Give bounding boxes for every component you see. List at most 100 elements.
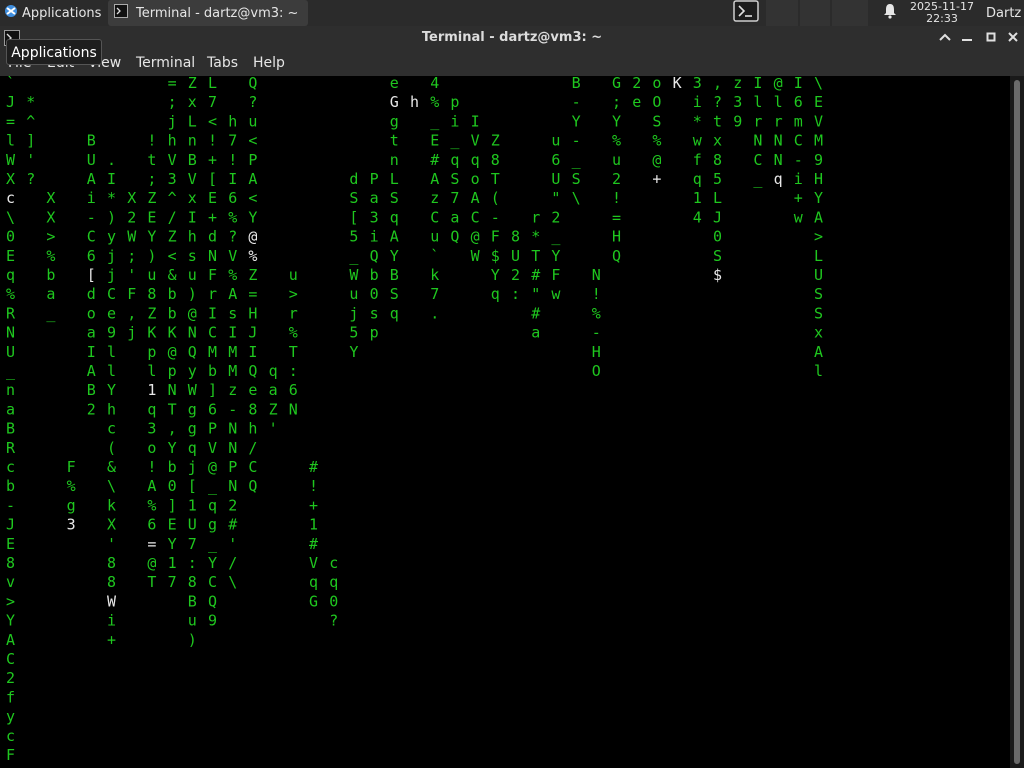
matrix-glyph: T <box>289 343 298 361</box>
matrix-glyph: h <box>410 93 419 111</box>
matrix-glyph: 9 <box>107 324 116 342</box>
matrix-glyph: l <box>6 132 15 150</box>
matrix-glyph: # <box>430 151 439 169</box>
matrix-glyph: 5 <box>713 170 722 188</box>
matrix-glyph: d <box>349 170 358 188</box>
matrix-glyph: t <box>390 132 399 150</box>
matrix-glyph: S <box>713 247 722 265</box>
matrix-glyph: B <box>6 420 15 438</box>
matrix-glyph: 6 <box>794 93 803 111</box>
matrix-glyph: B <box>87 132 96 150</box>
matrix-glyph: 8 <box>248 400 257 418</box>
matrix-glyph: % <box>46 247 55 265</box>
matrix-glyph: s <box>188 247 197 265</box>
matrix-glyph: r <box>289 304 298 322</box>
matrix-glyph: Y <box>551 247 560 265</box>
matrix-glyph: 4 <box>693 208 702 226</box>
matrix-glyph: A <box>6 631 15 649</box>
matrix-glyph: 7 <box>188 535 197 553</box>
window-minimize-button[interactable] <box>956 26 978 50</box>
matrix-glyph: B <box>87 381 96 399</box>
matrix-glyph: a <box>370 189 379 207</box>
matrix-glyph: ^ <box>26 112 35 130</box>
matrix-glyph: X <box>107 516 116 534</box>
matrix-glyph: 0 <box>168 477 177 495</box>
matrix-glyph: Z <box>168 228 177 246</box>
applications-label: Applications <box>22 5 102 21</box>
matrix-glyph: T <box>168 400 177 418</box>
matrix-glyph: 2 <box>511 266 520 284</box>
matrix-glyph: N <box>753 132 762 150</box>
matrix-glyph: k <box>430 266 439 284</box>
notifications-button[interactable] <box>878 0 902 26</box>
terminal-output[interactable]: ` J = l W Xc \ 0 Eq% R N U _ n a B Rc b - J E 8 v > Y A C 2 f y c F * ^] '… <box>0 76 1010 768</box>
matrix-glyph: c <box>107 420 116 438</box>
matrix-glyph: f <box>693 151 702 169</box>
matrix-glyph: S <box>390 285 399 303</box>
matrix-glyph: e <box>390 76 399 92</box>
matrix-glyph: Q <box>248 477 257 495</box>
terminal-scrollbar[interactable] <box>1010 76 1024 768</box>
matrix-glyph: L <box>208 76 217 92</box>
matrix-glyph: j <box>188 458 197 476</box>
matrix-glyph: V <box>309 554 318 572</box>
matrix-glyph: N <box>228 439 237 457</box>
taskbar-terminal-window[interactable]: Terminal - dartz@vm3: ~ <box>108 0 308 26</box>
matrix-glyph: 1 <box>188 496 197 514</box>
matrix-glyph: # <box>309 458 318 476</box>
matrix-glyph: t <box>147 151 156 169</box>
matrix-glyph: I <box>107 170 116 188</box>
matrix-glyph: \ <box>107 477 116 495</box>
matrix-glyph: : <box>289 362 298 380</box>
matrix-glyph: C <box>6 650 15 668</box>
menu-help[interactable]: Help <box>253 50 285 76</box>
matrix-glyph: W <box>127 228 137 246</box>
menu-tabs[interactable]: Tabs <box>207 50 238 76</box>
matrix-glyph: Y <box>168 535 177 553</box>
matrix-glyph: G <box>390 93 399 111</box>
menu-terminal[interactable]: Terminal <box>136 50 195 76</box>
matrix-glyph: L <box>188 112 197 130</box>
terminal-launcher-button[interactable] <box>728 0 764 26</box>
matrix-glyph: Z <box>147 189 156 207</box>
matrix-glyph: A <box>228 285 237 303</box>
window-titlebar[interactable]: Terminal - dartz@vm3: ~ <box>0 26 1024 50</box>
matrix-glyph: I <box>248 343 257 361</box>
applications-menu-button[interactable]: Applications <box>0 0 104 26</box>
matrix-glyph: W <box>471 247 481 265</box>
matrix-glyph: P <box>370 170 379 188</box>
matrix-glyph: U <box>551 170 560 188</box>
matrix-glyph: F <box>208 266 217 284</box>
window-close-button[interactable] <box>1002 26 1024 50</box>
matrix-glyph: X <box>46 208 55 226</box>
matrix-glyph: < <box>208 112 217 130</box>
matrix-glyph: & <box>107 458 116 476</box>
matrix-glyph: > <box>289 285 298 303</box>
matrix-glyph: g <box>208 516 217 534</box>
matrix-glyph: V <box>228 247 237 265</box>
window-collapse-button[interactable] <box>934 26 956 50</box>
panel-spacer <box>766 0 798 26</box>
matrix-glyph: I <box>753 76 762 92</box>
clock[interactable]: 2025-11-17 22:33 <box>904 1 980 25</box>
scrollbar-thumb[interactable] <box>1014 80 1020 764</box>
matrix-glyph: K <box>673 76 682 92</box>
matrix-glyph: \ <box>572 189 581 207</box>
matrix-glyph: q <box>6 266 15 284</box>
matrix-glyph: u <box>289 266 298 284</box>
matrix-glyph: H <box>814 170 823 188</box>
matrix-glyph: q <box>450 151 459 169</box>
matrix-glyph: o <box>147 439 156 457</box>
matrix-glyph: + <box>107 631 116 649</box>
matrix-glyph: C <box>794 132 803 150</box>
user-menu-button[interactable]: Dartz <box>986 0 1024 26</box>
matrix-glyph: o <box>652 76 661 92</box>
matrix-glyph: q <box>147 400 156 418</box>
matrix-glyph: + <box>208 208 217 226</box>
matrix-glyph: 6 <box>228 189 237 207</box>
window-maximize-button[interactable] <box>980 26 1002 50</box>
matrix-glyph: F <box>6 746 15 764</box>
matrix-glyph: F <box>491 228 500 246</box>
matrix-glyph: V <box>471 132 480 150</box>
matrix-glyph: 8 <box>511 228 520 246</box>
